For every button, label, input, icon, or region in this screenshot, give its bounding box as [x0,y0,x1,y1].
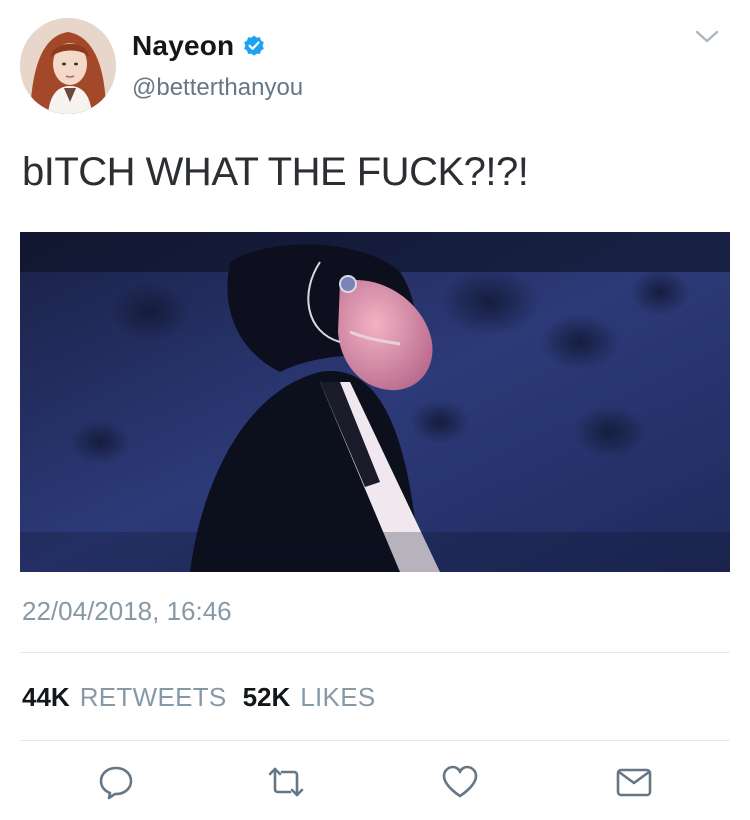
retweet-icon [268,767,304,797]
avatar[interactable] [20,18,116,114]
verified-badge-icon [242,34,266,58]
reply-icon [99,766,133,800]
likes-label[interactable]: LIKES [300,682,375,713]
action-bar [0,760,750,810]
engagement-stats: 44K RETWEETS 52K LIKES [22,682,381,713]
heart-icon [442,765,478,798]
divider [20,740,730,741]
envelope-icon [616,768,652,797]
like-button[interactable] [438,760,482,804]
photo-image [20,232,730,572]
tweet-timestamp[interactable]: 22/04/2018, 16:46 [22,596,232,627]
direct-message-button[interactable] [612,760,656,804]
tweet-card: Nayeon @betterthanyou bITCH WHAT THE FUC… [0,0,750,820]
retweets-label[interactable]: RETWEETS [80,682,227,713]
author-name-row: Nayeon [132,30,266,62]
tweet-text: bITCH WHAT THE FUCK?!?! [22,150,529,194]
display-name[interactable]: Nayeon [132,30,234,62]
reply-button[interactable] [94,760,138,804]
likes-count[interactable]: 52K [243,682,291,713]
divider [20,652,730,653]
chevron-down-icon[interactable] [694,25,720,47]
author-handle[interactable]: @betterthanyou [132,74,303,102]
retweets-count[interactable]: 44K [22,682,70,713]
tweet-media-photo[interactable] [20,232,730,572]
retweet-button[interactable] [264,760,308,804]
avatar-image [20,18,116,114]
